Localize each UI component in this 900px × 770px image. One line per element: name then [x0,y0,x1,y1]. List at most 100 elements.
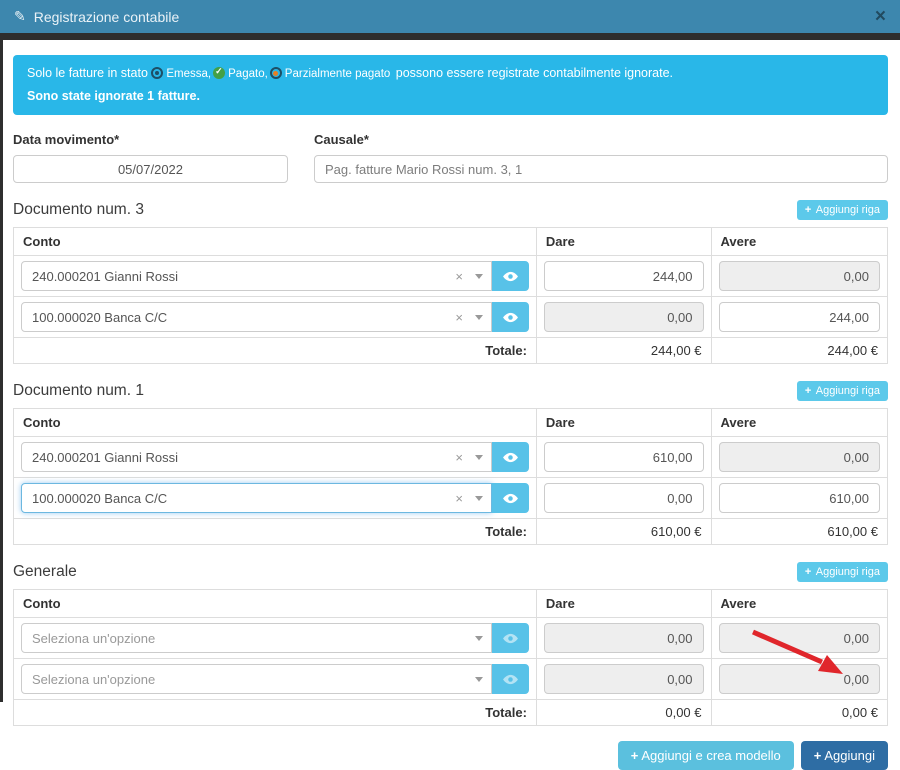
total-dare: 244,00 € [537,338,712,363]
date-movimento-label: Data movimento* [13,132,288,147]
chevron-down-icon[interactable] [475,636,483,641]
section-title: Generale [13,563,77,581]
column-header-dare: Dare [537,590,712,617]
column-header-avere: Avere [712,228,887,255]
conto-select[interactable]: Seleziona un'opzione [21,664,492,694]
causale-input[interactable] [314,155,888,183]
dare-input[interactable] [544,483,704,513]
registrazione-contabile-modal: ✎ Registrazione contabile × Solo le fatt… [0,0,900,702]
total-avere: 244,00 € [712,338,887,363]
eye-button[interactable] [492,302,529,332]
date-movimento-input[interactable] [13,155,288,183]
clear-icon[interactable]: × [455,269,463,284]
conto-cell: Seleziona un'opzione [14,618,537,658]
dare-input [544,623,704,653]
column-header-conto: Conto [14,228,537,255]
eye-button[interactable] [492,623,529,653]
aggiungi-button[interactable]: +Aggiungi [801,741,888,770]
total-label: Totale: [14,338,537,363]
column-header-dare: Dare [537,409,712,436]
accounting-table: ContoDareAvere 240.000201 Gianni Rossi× 10… [13,227,888,364]
chevron-down-icon[interactable] [475,455,483,460]
modal-body: Solo le fatture in stato Emessa,Pagato, P… [0,40,900,702]
dare-cell [537,618,712,658]
alert-line1-prefix: Solo le fatture in stato [27,66,148,80]
clear-icon[interactable]: × [455,310,463,325]
conto-select-value: Seleziona un'opzione [32,672,475,687]
alert-line2: Sono state ignorate 1 fatture. [27,89,874,103]
causale-label: Causale* [314,132,888,147]
plus-icon: + [805,385,811,397]
chevron-down-icon[interactable] [475,274,483,279]
status-list: Emessa,Pagato, Parzialmente pagato [151,66,392,80]
column-header-avere: Avere [712,590,887,617]
avere-input[interactable] [719,302,880,332]
avere-cell [712,618,887,658]
sections-container: Documento num. 3+ Aggiungi rigaContoDare… [13,200,888,726]
avere-input [719,623,880,653]
avere-input [719,442,880,472]
info-alert: Solo le fatture in stato Emessa,Pagato, P… [13,55,888,115]
conto-select-value: 100.000020 Banca C/C [32,310,455,325]
total-avere: 0,00 € [712,700,887,725]
aggiungi-riga-button[interactable]: + Aggiungi riga [797,381,888,401]
conto-select[interactable]: 100.000020 Banca C/C× [21,483,492,513]
conto-select[interactable]: 240.000201 Gianni Rossi× [21,261,492,291]
conto-select[interactable]: Seleziona un'opzione [21,623,492,653]
status-badge: Pagato, [213,68,268,80]
eye-button[interactable] [492,442,529,472]
status-label: Parzialmente pagato [285,68,390,80]
dare-cell [537,297,712,337]
conto-select-value: 100.000020 Banca C/C [32,491,455,506]
aggiungi-riga-button[interactable]: + Aggiungi riga [797,200,888,220]
chevron-down-icon[interactable] [475,496,483,501]
conto-select[interactable]: 100.000020 Banca C/C× [21,302,492,332]
total-row: Totale:244,00 €244,00 € [14,338,887,363]
chevron-down-icon[interactable] [475,315,483,320]
dare-cell [537,437,712,477]
column-header-conto: Conto [14,409,537,436]
status-label: Emessa, [166,68,211,80]
clear-icon[interactable]: × [455,491,463,506]
aggiungi-e-crea-modello-button[interactable]: +Aggiungi e crea modello [618,741,794,770]
document-section: Generale+ Aggiungi rigaContoDareAvereSel… [13,562,888,726]
table-header-row: ContoDareAvere [14,409,887,437]
eye-button[interactable] [492,261,529,291]
close-icon[interactable]: × [875,7,886,26]
column-header-dare: Dare [537,228,712,255]
table-row: 240.000201 Gianni Rossi× [14,437,887,478]
clear-icon[interactable]: × [455,450,463,465]
plus-icon: + [805,566,811,578]
plus-icon: + [805,204,811,216]
conto-select-value: 240.000201 Gianni Rossi [32,450,455,465]
conto-cell: 240.000201 Gianni Rossi× [14,437,537,477]
total-dare: 610,00 € [537,519,712,544]
dare-input[interactable] [544,442,704,472]
plus-icon: + [631,748,639,763]
avere-input[interactable] [719,483,880,513]
chevron-down-icon[interactable] [475,677,483,682]
status-pagato-icon [213,67,225,79]
plus-icon: + [814,748,822,763]
dare-input[interactable] [544,261,704,291]
table-row: 100.000020 Banca C/C× [14,478,887,519]
document-section: Documento num. 1+ Aggiungi rigaContoDare… [13,381,888,545]
header-divider [0,33,900,40]
accounting-table: ContoDareAvereSeleziona un'opzioneSelezi… [13,589,888,726]
table-row: Seleziona un'opzione [14,618,887,659]
total-label: Totale: [14,700,537,725]
total-row: Totale:0,00 €0,00 € [14,700,887,725]
eye-button[interactable] [492,664,529,694]
aggiungi-riga-button[interactable]: + Aggiungi riga [797,562,888,582]
avere-cell [712,256,887,296]
avere-cell [712,297,887,337]
conto-select[interactable]: 240.000201 Gianni Rossi× [21,442,492,472]
avere-cell [712,478,887,518]
eye-button[interactable] [492,483,529,513]
dare-cell [537,256,712,296]
column-header-avere: Avere [712,409,887,436]
total-row: Totale:610,00 €610,00 € [14,519,887,544]
status-badge: Parzialmente pagato [270,68,390,80]
conto-cell: 240.000201 Gianni Rossi× [14,256,537,296]
conto-cell: 100.000020 Banca C/C× [14,297,537,337]
